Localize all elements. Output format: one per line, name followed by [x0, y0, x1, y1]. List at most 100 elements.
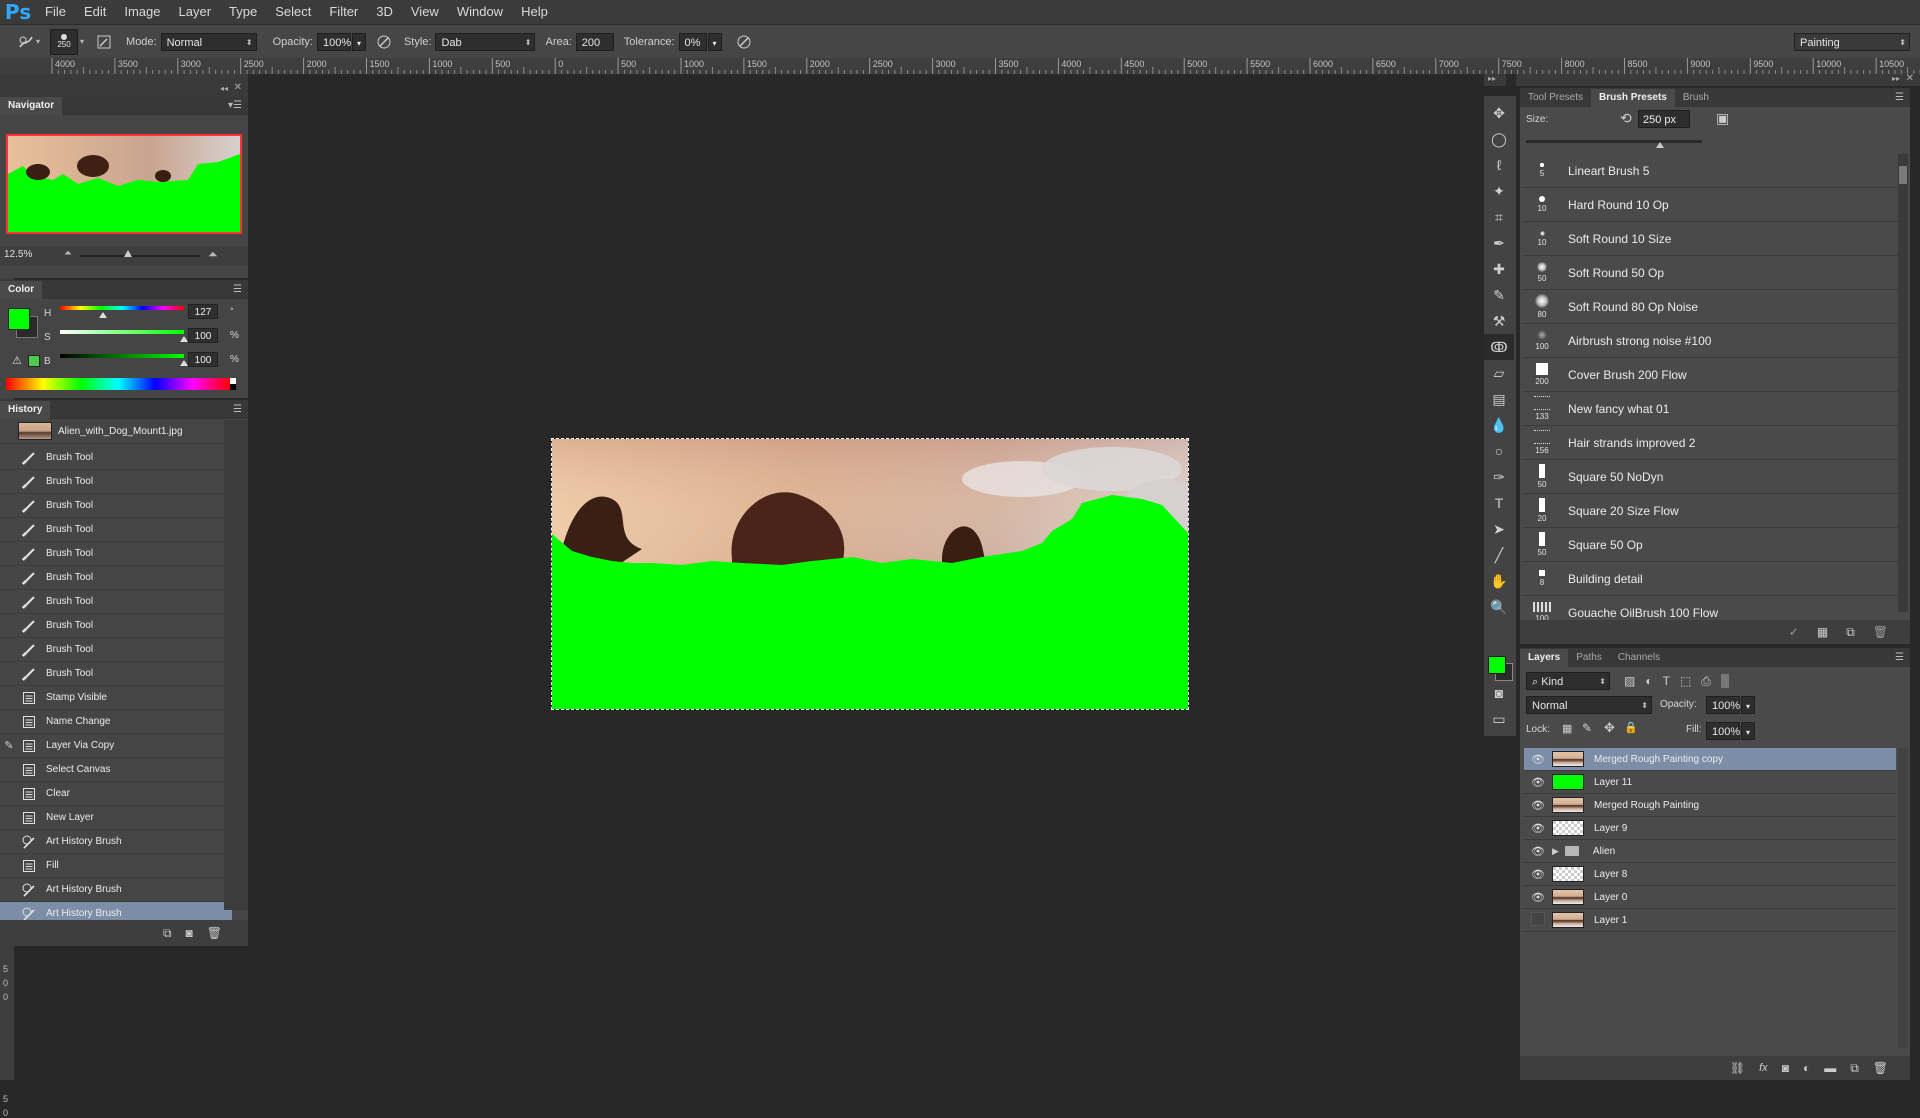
panel-menu-icon[interactable]: ☰ [1895, 92, 1904, 103]
zoom-tool-icon[interactable]: 🔍 [1484, 594, 1514, 620]
filter-pixel-icon[interactable]: ▨ [1624, 674, 1635, 688]
color-ramp[interactable] [6, 378, 230, 390]
layer-opacity-dropdown[interactable]: ▾ [1741, 696, 1755, 714]
brightness-slider-handle[interactable] [180, 360, 188, 366]
fill-field[interactable]: 100% [1706, 722, 1740, 740]
art-history-brush-tool-icon[interactable]: ↂ [1484, 334, 1514, 360]
hue-slider-handle[interactable] [99, 312, 107, 318]
visibility-eye-icon[interactable]: 👁 [1524, 776, 1552, 789]
history-state[interactable]: Fill [0, 854, 232, 878]
history-state[interactable]: Art History Brush [0, 830, 232, 854]
eyedropper-tool-icon[interactable]: ✒ [1484, 230, 1514, 256]
history-source-box[interactable] [0, 639, 18, 661]
quick-mask-icon[interactable]: ◙ [1484, 680, 1514, 706]
move-tool-icon[interactable]: ✥ [1484, 100, 1514, 126]
blur-tool-icon[interactable]: 💧 [1484, 412, 1514, 438]
brush-size-slider[interactable] [1526, 140, 1702, 143]
art-history-brush-tool-icon[interactable] [14, 31, 38, 53]
layer-row[interactable]: 👁 Merged Rough Painting copy [1524, 748, 1896, 771]
tolerance-dropdown[interactable]: ▾ [707, 32, 722, 51]
saturation-slider-handle[interactable] [180, 336, 188, 342]
history-source-box[interactable] [0, 783, 18, 805]
opacity-dropdown[interactable]: ▾ [351, 32, 366, 51]
zoom-value[interactable]: 12.5% [4, 249, 32, 260]
reset-size-icon[interactable]: ⟲ [1620, 110, 1632, 127]
brush-preset-item[interactable]: 50 Square 50 NoDyn [1524, 460, 1898, 494]
filter-smart-object-icon[interactable]: ⎙ [1701, 674, 1711, 689]
zoom-in-icon[interactable]: ⏶ [208, 247, 218, 262]
history-source-box[interactable] [0, 495, 18, 517]
expand-icon[interactable]: ▸▸ [1488, 74, 1496, 83]
workspace-select[interactable]: Painting ⬍ [1794, 32, 1910, 51]
tab-paths[interactable]: Paths [1568, 649, 1610, 667]
link-layers-icon[interactable]: ⛓ [1730, 1061, 1745, 1075]
toggle-brush-panel-icon[interactable]: ✓ [1789, 625, 1799, 639]
hand-tool-icon[interactable]: ✋ [1484, 568, 1514, 594]
layer-style-icon[interactable]: fx [1759, 1062, 1768, 1074]
close-icon[interactable]: ✕ [234, 82, 242, 93]
brush-preset-item[interactable]: 156 Hair strands improved 2 [1524, 426, 1898, 460]
preset-scrollbar-thumb[interactable] [1899, 166, 1907, 184]
menu-filter[interactable]: Filter [320, 0, 367, 24]
healing-brush-tool-icon[interactable]: ✚ [1484, 256, 1514, 282]
clone-stamp-tool-icon[interactable]: ⚒ [1484, 308, 1514, 334]
web-safe-color-swatch[interactable] [28, 355, 40, 367]
brush-preset-item[interactable]: 50 Square 50 Op [1524, 528, 1898, 562]
hue-field[interactable]: 127 [188, 304, 218, 319]
new-preset-icon[interactable]: ⧉ [1846, 625, 1855, 640]
history-source-box[interactable] [0, 591, 18, 613]
tab-navigator[interactable]: Navigator [0, 97, 63, 115]
layer-row[interactable]: 👁 Layer 9 [1524, 817, 1896, 840]
trash-icon[interactable]: 🗑 [207, 926, 222, 940]
history-source-box[interactable] [0, 879, 18, 901]
history-source-box[interactable] [0, 420, 18, 442]
menu-layer[interactable]: Layer [170, 0, 221, 24]
lock-all-icon[interactable]: 🔒 [1624, 721, 1638, 734]
fill-dropdown[interactable]: ▾ [1741, 722, 1755, 740]
tablet-pressure-opacity-icon[interactable] [372, 31, 396, 53]
layer-filter-select[interactable]: ⌕ Kind ⬍ [1526, 672, 1610, 690]
history-state[interactable]: Art History Brush [0, 878, 232, 902]
navigator-preview[interactable] [6, 134, 242, 234]
menu-view[interactable]: View [402, 0, 448, 24]
history-state[interactable]: Brush Tool [0, 614, 232, 638]
eraser-tool-icon[interactable]: ▱ [1484, 360, 1514, 386]
zoom-slider-track[interactable] [80, 255, 200, 257]
history-state[interactable]: Name Change [0, 710, 232, 734]
saturation-slider[interactable] [60, 330, 184, 334]
history-state[interactable]: Brush Tool [0, 662, 232, 686]
foreground-color-swatch[interactable] [8, 308, 30, 330]
menu-edit[interactable]: Edit [75, 0, 115, 24]
tab-color[interactable]: Color [0, 281, 43, 299]
area-field[interactable]: 200 px [575, 32, 614, 67]
history-source-box[interactable] [0, 567, 18, 589]
filter-shape-icon[interactable]: ⬚ [1680, 674, 1691, 688]
close-icon[interactable]: ✕ [1906, 73, 1914, 84]
layer-row[interactable]: 👁 Layer 0 [1524, 886, 1896, 909]
history-state[interactable]: Brush Tool [0, 542, 232, 566]
adjustment-layer-icon[interactable]: ◐ [1803, 1061, 1810, 1075]
history-source-box[interactable] [0, 615, 18, 637]
history-source-box[interactable] [0, 663, 18, 685]
collapse-icon[interactable]: ◂◂ [220, 84, 228, 93]
brush-panel-toggle-icon[interactable] [92, 31, 116, 53]
history-source-box[interactable] [0, 687, 18, 709]
tab-brush-presets[interactable]: Brush Presets [1591, 89, 1675, 107]
visibility-eye-icon[interactable]: 👁 [1524, 799, 1552, 812]
visibility-eye-icon[interactable]: 👁 [1524, 891, 1552, 904]
brush-size-field[interactable]: 250 px [1638, 110, 1690, 128]
lasso-tool-icon[interactable]: ℓ [1484, 152, 1514, 178]
tablet-pressure-size-icon[interactable] [732, 31, 756, 53]
brightness-slider[interactable] [60, 354, 184, 358]
brush-preset-item[interactable]: 8 Building detail [1524, 562, 1898, 596]
layer-row[interactable]: 👁 ▶ Alien [1524, 840, 1896, 863]
opacity-field[interactable]: 100% [316, 32, 351, 51]
pen-tool-icon[interactable]: ✑ [1484, 464, 1514, 490]
line-tool-icon[interactable]: ╱ [1484, 542, 1514, 568]
menu-type[interactable]: Type [220, 0, 266, 24]
mode-select[interactable]: Normal ⬍ [160, 32, 257, 51]
history-state[interactable]: ✎ Layer Via Copy [0, 734, 232, 758]
history-state[interactable]: New Layer [0, 806, 232, 830]
blend-mode-select[interactable]: Normal ⬍ [1526, 696, 1652, 714]
visibility-eye-icon[interactable] [1524, 911, 1552, 929]
